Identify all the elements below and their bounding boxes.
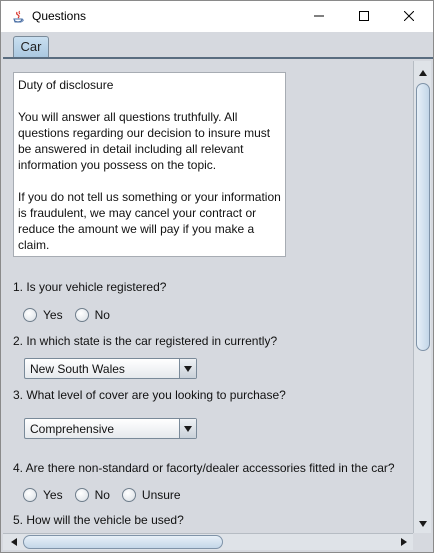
arrow-left-icon [10,535,17,549]
question-1-radio-group: Yes No [23,308,122,322]
radio-no[interactable]: No [74,488,110,502]
horizontal-scroll-thumb[interactable] [23,535,223,549]
question-4-radio-group: Yes No Unsure [23,488,193,502]
radio-button-icon[interactable] [23,488,37,502]
scroll-left-button[interactable] [5,534,22,550]
radio-label: No [94,488,110,502]
disclosure-paragraph: If you do not tell us something or your … [18,190,281,252]
arrow-up-icon [418,65,427,79]
tab-car[interactable]: Car [13,36,49,58]
radio-button-icon[interactable] [74,488,89,502]
tab-strip: Car [1,32,433,58]
radio-unsure[interactable]: Unsure [121,488,181,502]
radio-label: Yes [43,308,63,322]
questions-panel: Duty of disclosure You will answer all q… [3,61,413,535]
cover-dropdown[interactable]: Comprehensive [24,418,197,439]
question-4-label: 4. Are there non-standard or facorty/dea… [13,461,395,475]
arrow-right-icon [400,535,407,549]
close-button[interactable] [386,1,432,32]
java-icon [10,9,26,25]
radio-button-icon[interactable] [74,308,89,322]
scroll-right-button[interactable] [395,534,412,550]
tab-divider [3,57,433,59]
question-5-label: 5. How will the vehicle be used? [13,513,184,527]
chevron-down-icon[interactable] [179,419,196,438]
radio-button-icon[interactable] [23,308,37,322]
scroll-up-button[interactable] [414,63,431,80]
title-bar[interactable]: Questions [1,1,433,32]
radio-no[interactable]: No [74,308,110,322]
state-dropdown-value: New South Wales [30,362,125,376]
radio-button-icon[interactable] [121,488,136,502]
question-1-label: 1. Is your vehicle registered? [13,280,167,294]
radio-label: No [94,308,110,322]
scrollbar-corner [413,533,431,550]
chevron-down-icon[interactable] [179,359,196,378]
vertical-scroll-thumb[interactable] [416,83,430,351]
disclosure-text-area[interactable]: Duty of disclosure You will answer all q… [13,72,286,257]
radio-yes[interactable]: Yes [23,488,63,502]
question-2-label: 2. In which state is the car registered … [13,334,278,348]
cover-dropdown-value: Comprehensive [30,422,115,436]
window-title: Questions [32,9,87,23]
scroll-down-button[interactable] [414,514,431,531]
radio-label: Unsure [141,488,181,502]
close-icon [403,10,415,24]
radio-label: Yes [43,488,63,502]
radio-yes[interactable]: Yes [23,308,63,322]
minimize-button[interactable] [296,1,342,32]
horizontal-scrollbar[interactable] [3,533,413,550]
state-dropdown[interactable]: New South Wales [24,358,197,379]
disclosure-heading: Duty of disclosure [18,78,114,92]
maximize-button[interactable] [341,1,387,32]
question-3-label: 3. What level of cover are you looking t… [13,388,286,402]
disclosure-paragraph: You will answer all questions truthfully… [18,110,271,172]
questions-window: Questions Car Duty of disclosure You wil… [0,0,434,553]
arrow-down-icon [418,516,427,530]
maximize-icon [359,10,369,24]
minimize-icon [314,10,324,24]
vertical-scrollbar[interactable] [413,61,431,533]
